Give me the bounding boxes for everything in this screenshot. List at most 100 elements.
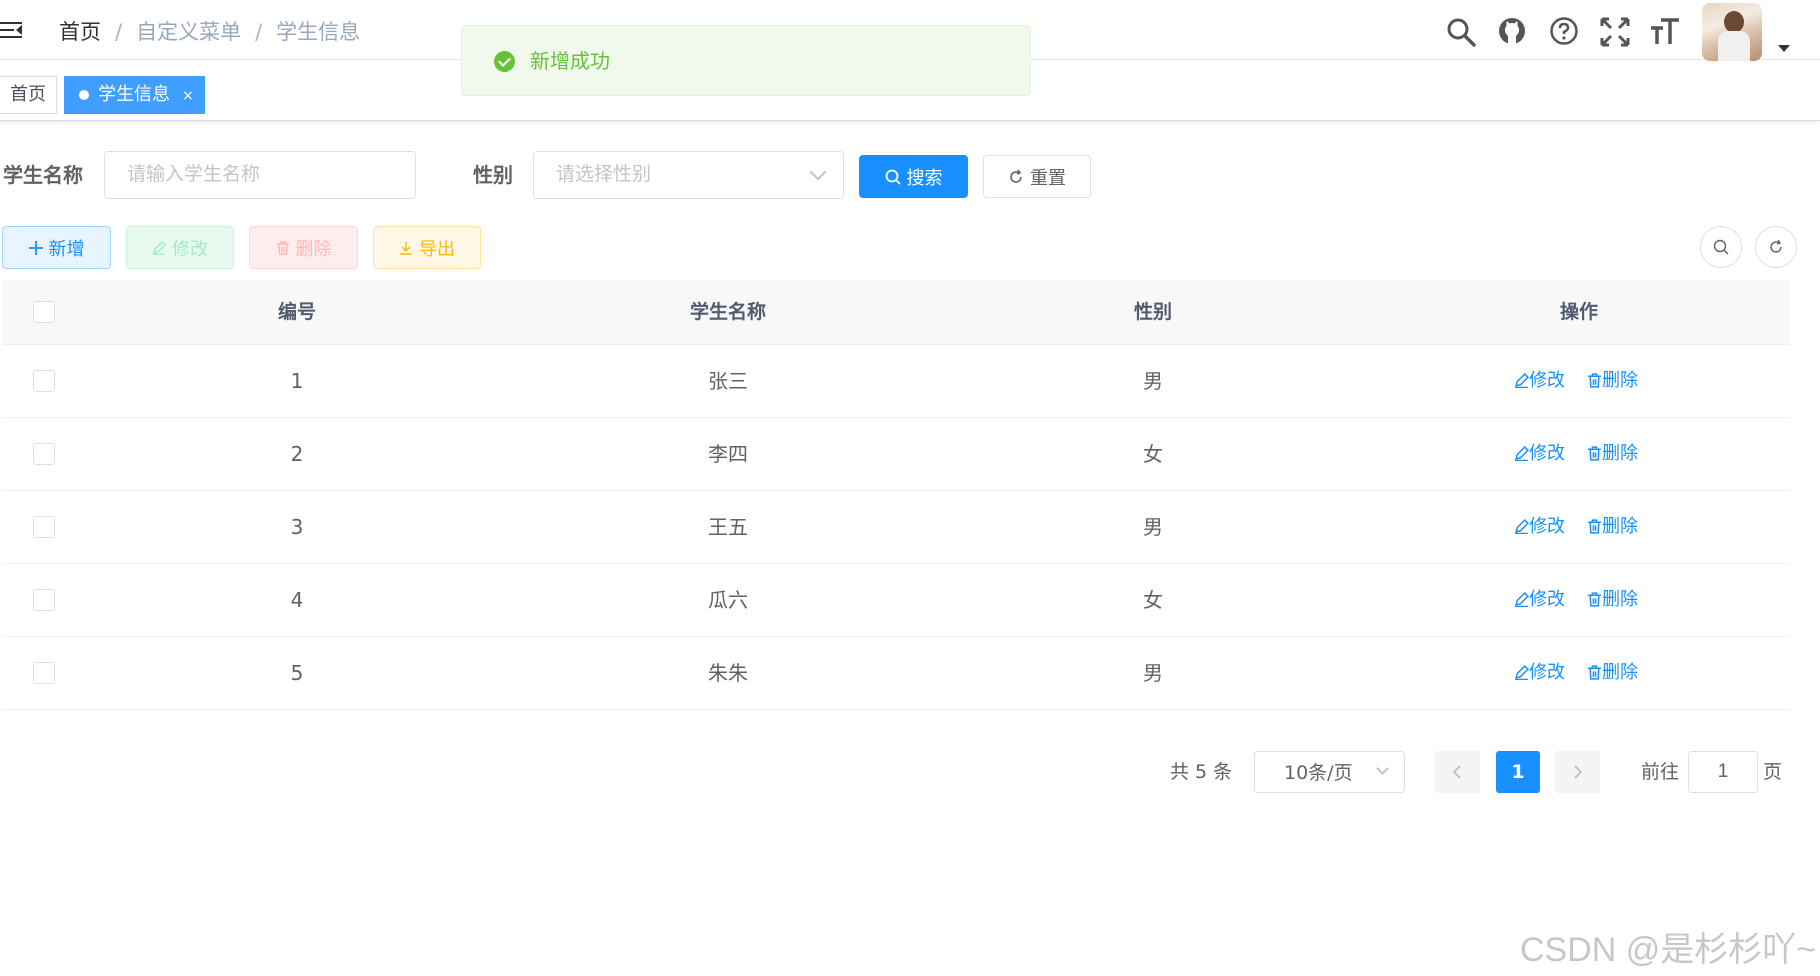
search-icon [885, 169, 901, 185]
breadcrumb-home[interactable]: 首页 [59, 18, 101, 46]
plus-icon [28, 240, 43, 255]
tag-label: 学生信息 [98, 84, 170, 105]
breadcrumb-level1[interactable]: 自定义菜单 [136, 18, 241, 46]
export-button-label: 导出 [419, 238, 455, 260]
student-name-label: 学生名称 [3, 163, 83, 187]
delete-button-label: 删除 [295, 238, 332, 260]
row-delete-link[interactable]: 删除 [1587, 564, 1638, 637]
close-icon[interactable]: × [182, 88, 194, 104]
search-icon [1713, 239, 1729, 255]
cell-name: 朱朱 [708, 661, 748, 685]
cell-name: 王五 [708, 515, 748, 539]
chevron-down-icon [1376, 762, 1389, 775]
search-icon[interactable] [1446, 17, 1476, 47]
row-edit-link[interactable]: 修改 [1514, 564, 1565, 637]
cell-id: 2 [290, 442, 304, 466]
refresh-button[interactable] [1755, 226, 1797, 268]
success-message: 新增成功 [461, 25, 1031, 96]
toggle-search-button[interactable] [1700, 226, 1742, 268]
gender-select[interactable] [533, 151, 844, 199]
column-header-name: 学生名称 [689, 301, 766, 323]
search-button-label: 搜索 [906, 167, 943, 189]
edit-icon [1515, 665, 1529, 681]
delete-icon [1588, 373, 1601, 388]
delete-icon [1588, 446, 1601, 461]
cell-id: 5 [290, 661, 304, 685]
cell-gender: 女 [1143, 442, 1163, 466]
cell-id: 3 [290, 515, 304, 539]
student-name-input[interactable] [104, 151, 416, 199]
row-delete-label: 删除 [1602, 370, 1638, 391]
hamburger-menu-icon[interactable] [0, 22, 22, 38]
page-size-select[interactable]: 10条/页 [1254, 751, 1405, 793]
export-button[interactable]: 导出 [373, 226, 481, 269]
row-delete-label: 删除 [1602, 443, 1638, 464]
delete-icon [1588, 592, 1601, 607]
row-checkbox[interactable] [33, 443, 55, 465]
delete-button[interactable]: 删除 [249, 226, 358, 269]
delete-icon [276, 240, 289, 255]
caret-down-icon[interactable] [1778, 45, 1790, 52]
goto-page-input[interactable] [1688, 751, 1758, 793]
row-edit-label: 修改 [1529, 662, 1565, 683]
edit-icon [1515, 373, 1529, 389]
page-suffix: 页 [1763, 761, 1783, 783]
row-checkbox[interactable] [33, 662, 55, 684]
row-delete-label: 删除 [1602, 516, 1638, 537]
cell-name: 张三 [708, 369, 748, 393]
row-edit-label: 修改 [1529, 370, 1565, 391]
cell-id: 1 [290, 369, 304, 393]
row-checkbox[interactable] [33, 589, 55, 611]
tag-student-info[interactable]: 学生信息 × [64, 76, 205, 114]
row-edit-link[interactable]: 修改 [1514, 345, 1565, 418]
prev-page-button[interactable] [1435, 751, 1480, 793]
row-delete-link[interactable]: 删除 [1587, 637, 1638, 710]
row-delete-label: 删除 [1602, 589, 1638, 610]
column-header-id: 编号 [277, 301, 316, 323]
fullscreen-icon[interactable] [1600, 17, 1630, 47]
row-edit-label: 修改 [1529, 516, 1565, 537]
edit-icon [1515, 592, 1529, 608]
reset-button[interactable]: 重置 [983, 155, 1091, 198]
chevron-right-icon [1574, 765, 1583, 779]
tag-label: 首页 [10, 84, 46, 105]
breadcrumb: 首页 / 自定义菜单 / 学生信息 [59, 18, 360, 46]
row-edit-link[interactable]: 修改 [1514, 418, 1565, 491]
cell-gender: 男 [1143, 515, 1163, 539]
add-button[interactable]: 新增 [2, 226, 111, 269]
table-row: 1 张三 男 修改 删除 [2, 345, 1790, 418]
cell-gender: 男 [1143, 661, 1163, 685]
next-page-button[interactable] [1555, 751, 1600, 793]
success-check-icon [494, 51, 515, 72]
page-size-value: 10条/页 [1284, 762, 1353, 784]
github-icon[interactable] [1497, 16, 1527, 46]
table-row: 2 李四 女 修改 删除 [2, 418, 1790, 491]
select-all-checkbox[interactable] [33, 301, 55, 323]
delete-icon [1588, 519, 1601, 534]
breadcrumb-separator: / [115, 20, 123, 44]
row-delete-label: 删除 [1602, 662, 1638, 683]
row-delete-link[interactable]: 删除 [1587, 491, 1638, 564]
tag-home[interactable]: 首页 [0, 76, 57, 114]
breadcrumb-separator: / [255, 20, 263, 44]
edit-icon [153, 240, 166, 255]
font-size-icon[interactable] [1650, 17, 1680, 47]
row-checkbox[interactable] [33, 516, 55, 538]
page-number-current[interactable]: 1 [1496, 751, 1540, 793]
row-checkbox[interactable] [33, 370, 55, 392]
row-delete-link[interactable]: 删除 [1587, 345, 1638, 418]
row-edit-label: 修改 [1529, 443, 1565, 464]
help-icon[interactable] [1549, 16, 1579, 46]
user-avatar[interactable] [1702, 3, 1762, 61]
cell-gender: 女 [1143, 588, 1163, 612]
edit-button[interactable]: 修改 [126, 226, 234, 269]
row-edit-link[interactable]: 修改 [1514, 491, 1565, 564]
row-edit-link[interactable]: 修改 [1514, 637, 1565, 710]
search-button[interactable]: 搜索 [859, 155, 968, 198]
table-header: 编号 学生名称 性别 操作 [2, 280, 1790, 345]
refresh-icon [1010, 169, 1022, 183]
row-delete-link[interactable]: 删除 [1587, 418, 1638, 491]
table-row: 5 朱朱 男 修改 删除 [2, 637, 1790, 710]
pagination-total: 共 5 条 [1170, 761, 1233, 783]
message-text: 新增成功 [530, 49, 610, 73]
